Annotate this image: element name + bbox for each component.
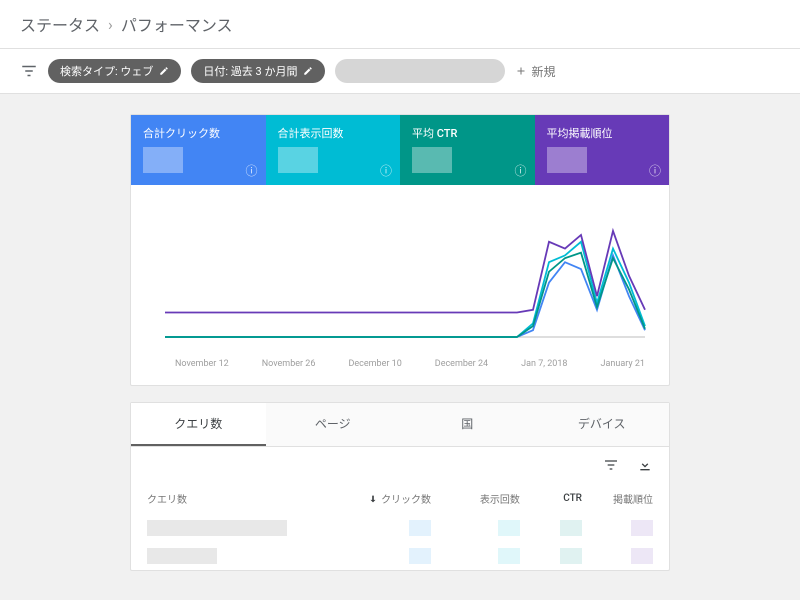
metric-value-redacted bbox=[547, 147, 587, 173]
table-header-row: クエリ数 クリック数 表示回数 CTR 掲載順位 bbox=[131, 483, 669, 514]
breadcrumb-separator: › bbox=[108, 15, 113, 34]
table-card: クエリ数 ページ 国 デバイス クエリ数 クリック数 表示回数 CTR 掲載順位 bbox=[130, 402, 670, 571]
cell-redacted bbox=[147, 548, 217, 564]
col-position[interactable]: 掲載順位 bbox=[582, 491, 653, 506]
cell-redacted bbox=[409, 548, 431, 564]
chip-search-type[interactable]: 検索タイプ: ウェブ bbox=[48, 59, 181, 83]
table-toolbar bbox=[131, 447, 669, 483]
col-clicks[interactable]: クリック数 bbox=[342, 491, 431, 506]
tabs: クエリ数 ページ 国 デバイス bbox=[131, 403, 669, 447]
metric-impressions[interactable]: 合計表示回数 ⓘ bbox=[266, 115, 401, 185]
cell-redacted bbox=[631, 520, 653, 536]
performance-card: 合計クリック数 ⓘ 合計表示回数 ⓘ 平均 CTR ⓘ 平均掲載順位 ⓘ bbox=[130, 114, 670, 386]
x-tick-label: December 24 bbox=[435, 359, 488, 369]
x-tick-label: November 12 bbox=[175, 359, 229, 369]
pencil-icon bbox=[303, 66, 313, 76]
plus-icon bbox=[515, 65, 527, 77]
metric-position[interactable]: 平均掲載順位 ⓘ bbox=[535, 115, 670, 185]
line-chart: November 12 November 26 December 10 Decembe… bbox=[131, 185, 669, 385]
help-icon[interactable]: ⓘ bbox=[514, 162, 526, 179]
filter-bar: 検索タイプ: ウェブ 日付: 過去 3 か月間 新規 bbox=[0, 49, 800, 94]
chip-date-range-label: 日付: 過去 3 か月間 bbox=[203, 63, 297, 79]
metrics-row: 合計クリック数 ⓘ 合計表示回数 ⓘ 平均 CTR ⓘ 平均掲載順位 ⓘ bbox=[131, 115, 669, 185]
metric-clicks[interactable]: 合計クリック数 ⓘ bbox=[131, 115, 266, 185]
metric-label: 合計表示回数 bbox=[278, 125, 389, 141]
breadcrumb: ステータス › パフォーマンス bbox=[0, 0, 800, 49]
pencil-icon bbox=[159, 66, 169, 76]
x-tick-label: Jan 7, 2018 bbox=[521, 359, 567, 369]
metric-label: 平均掲載順位 bbox=[547, 125, 658, 141]
cell-redacted bbox=[498, 548, 520, 564]
help-icon[interactable]: ⓘ bbox=[245, 162, 257, 179]
metric-value-redacted bbox=[143, 147, 183, 173]
table-row[interactable] bbox=[131, 542, 669, 570]
metric-ctr[interactable]: 平均 CTR ⓘ bbox=[400, 115, 535, 185]
cell-redacted bbox=[560, 548, 582, 564]
metric-label: 平均 CTR bbox=[412, 125, 523, 141]
x-tick-label: November 26 bbox=[262, 359, 316, 369]
cell-redacted bbox=[409, 520, 431, 536]
cell-redacted bbox=[498, 520, 520, 536]
cell-redacted bbox=[147, 520, 287, 536]
chip-redacted[interactable] bbox=[335, 59, 505, 83]
metric-label: 合計クリック数 bbox=[143, 125, 254, 141]
col-impressions[interactable]: 表示回数 bbox=[431, 491, 520, 506]
add-filter-button[interactable]: 新規 bbox=[515, 63, 555, 80]
metric-value-redacted bbox=[412, 147, 452, 173]
filter-icon[interactable] bbox=[20, 62, 38, 80]
tab-countries[interactable]: 国 bbox=[400, 403, 535, 446]
arrow-down-icon bbox=[368, 494, 378, 504]
table-filter-icon[interactable] bbox=[603, 457, 619, 473]
tab-pages[interactable]: ページ bbox=[266, 403, 401, 446]
download-icon[interactable] bbox=[637, 457, 653, 473]
help-icon[interactable]: ⓘ bbox=[649, 162, 661, 179]
x-tick-label: December 10 bbox=[348, 359, 401, 369]
breadcrumb-status[interactable]: ステータス bbox=[20, 12, 100, 36]
x-tick-label: January 21 bbox=[601, 359, 645, 369]
col-query[interactable]: クエリ数 bbox=[147, 491, 342, 506]
cell-redacted bbox=[560, 520, 582, 536]
table-row[interactable] bbox=[131, 514, 669, 542]
chip-search-type-label: 検索タイプ: ウェブ bbox=[60, 63, 153, 79]
col-ctr[interactable]: CTR bbox=[520, 493, 582, 504]
tab-devices[interactable]: デバイス bbox=[535, 403, 670, 446]
tab-queries[interactable]: クエリ数 bbox=[131, 403, 266, 446]
chart-svg bbox=[145, 195, 655, 355]
chart-x-axis: November 12 November 26 December 10 Decembe… bbox=[145, 355, 655, 377]
breadcrumb-performance: パフォーマンス bbox=[121, 12, 233, 36]
add-filter-label: 新規 bbox=[531, 63, 555, 80]
cell-redacted bbox=[631, 548, 653, 564]
chip-date-range[interactable]: 日付: 過去 3 か月間 bbox=[191, 59, 325, 83]
metric-value-redacted bbox=[278, 147, 318, 173]
help-icon[interactable]: ⓘ bbox=[380, 162, 392, 179]
